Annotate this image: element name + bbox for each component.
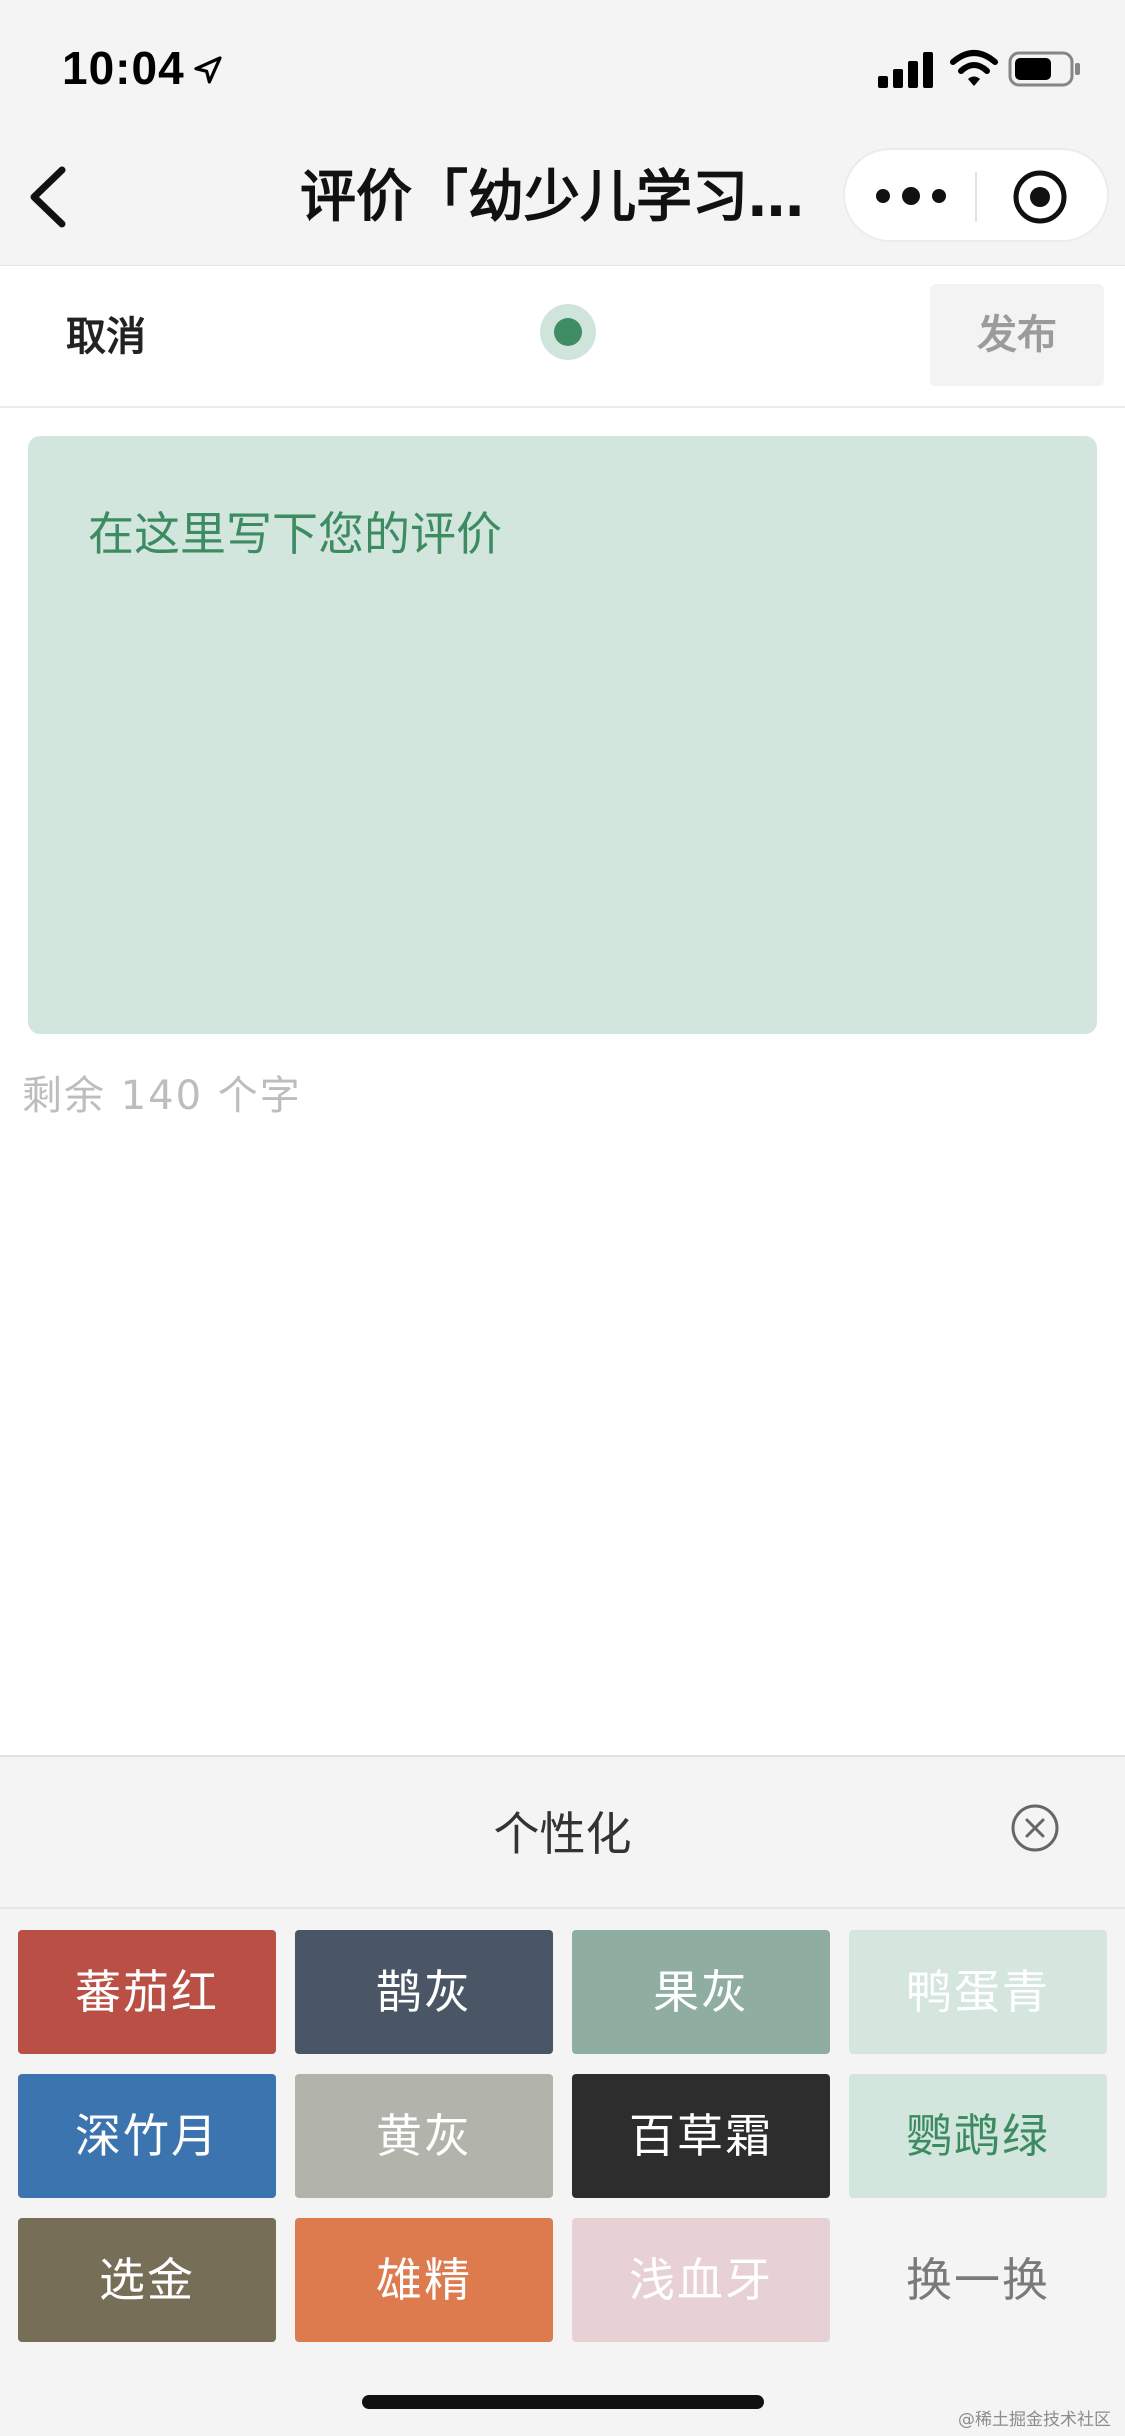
page-title: 评价「幼少儿学习… [300, 165, 804, 230]
swatch-shenzhuyue[interactable]: 深竹月 [18, 2074, 276, 2198]
location-arrow-icon [194, 56, 222, 84]
miniprogram-capsule [843, 148, 1109, 242]
publish-button[interactable]: 发布 [930, 284, 1104, 386]
status-bar: 10:04 [0, 0, 1125, 132]
swatch-qianxueya[interactable]: 浅血牙 [572, 2218, 830, 2342]
swatch-guohui[interactable]: 果灰 [572, 1930, 830, 2054]
close-miniprogram-icon[interactable] [1011, 168, 1069, 226]
swatch-huanghui[interactable]: 黄灰 [295, 2074, 553, 2198]
review-textarea[interactable]: 在这里写下您的评价 [28, 436, 1097, 1034]
swatch-baicaoshuang[interactable]: 百草霜 [572, 2074, 830, 2198]
capsule-divider [975, 172, 977, 222]
screen: 10:04 评价「幼少儿学习… 取消 发布 在这里写下您的评价 剩余 140 个… [0, 0, 1125, 2436]
cellular-signal-icon [878, 52, 933, 88]
navigation-bar: 评价「幼少儿学习… [0, 132, 1125, 266]
swatch-fanqiehong[interactable]: 蕃茄红 [18, 1930, 276, 2054]
cancel-button[interactable]: 取消 [66, 308, 146, 366]
swatch-xuanjin[interactable]: 选金 [18, 2218, 276, 2342]
textarea-placeholder: 在这里写下您的评价 [88, 507, 502, 561]
editor-action-bar: 取消 发布 [0, 266, 1125, 408]
swatch-yingwulv[interactable]: 鹦鹉绿 [849, 2074, 1107, 2198]
current-color-indicator[interactable] [540, 304, 596, 360]
panel-title: 个性化 [493, 1807, 632, 1861]
status-time: 10:04 [62, 42, 185, 94]
swap-colors-button[interactable]: 换一换 [849, 2218, 1107, 2342]
battery-icon [1008, 51, 1080, 87]
swatch-xiongjing[interactable]: 雄精 [295, 2218, 553, 2342]
back-chevron-icon[interactable] [24, 162, 72, 232]
personalize-panel: 个性化 蕃茄红 鹊灰 果灰 鸭蛋青 深竹月 黄灰 百草霜 鹦鹉绿 选金 雄精 浅… [0, 1755, 1125, 2436]
more-dots-icon[interactable] [873, 174, 949, 218]
wifi-icon [950, 50, 998, 86]
panel-header: 个性化 [0, 1757, 1125, 1909]
watermark: @稀土掘金技术社区 [958, 2410, 1111, 2430]
remaining-characters: 剩余 140 个字 [22, 1073, 302, 1119]
swatch-yadanqing[interactable]: 鸭蛋青 [849, 1930, 1107, 2054]
swatch-quehui[interactable]: 鹊灰 [295, 1930, 553, 2054]
close-circle-icon[interactable] [1010, 1803, 1060, 1853]
home-indicator[interactable] [362, 2395, 764, 2409]
